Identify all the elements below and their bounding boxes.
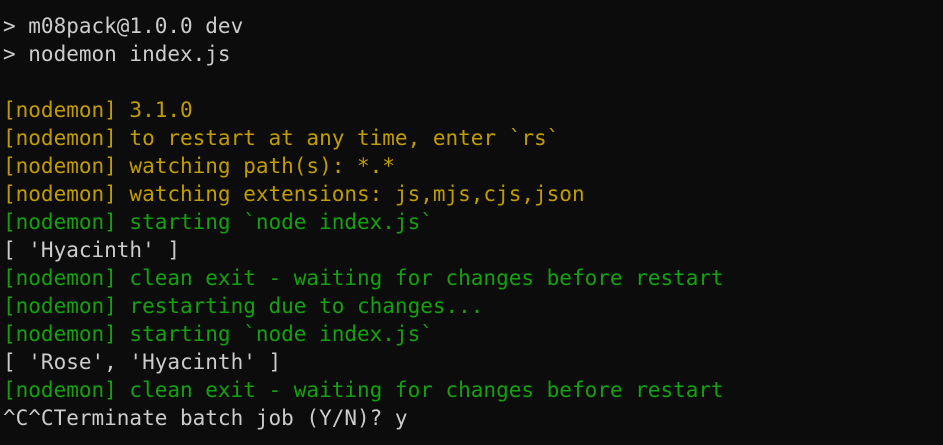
command-echo-line: > m08pack@1.0.0 dev — [3, 14, 244, 38]
nodemon-status-line: [nodemon] clean exit - waiting for chang… — [3, 378, 724, 402]
nodemon-info-line: [nodemon] to restart at any time, enter … — [3, 126, 560, 150]
nodemon-status-line: [nodemon] starting `node index.js` — [3, 322, 433, 346]
nodemon-status-line: [nodemon] starting `node index.js` — [3, 210, 433, 234]
nodemon-info-line: [nodemon] watching extensions: js,mjs,cj… — [3, 182, 585, 206]
nodemon-status-line: [nodemon] clean exit - waiting for chang… — [3, 266, 724, 290]
program-output-line: [ 'Rose', 'Hyacinth' ] — [3, 350, 282, 374]
terminal-window[interactable]: > m08pack@1.0.0 dev > nodemon index.js [… — [0, 0, 943, 445]
command-echo-line: > nodemon index.js — [3, 42, 231, 66]
nodemon-info-line: [nodemon] watching path(s): *.* — [3, 154, 395, 178]
nodemon-version-line: [nodemon] 3.1.0 — [3, 98, 193, 122]
nodemon-status-line: [nodemon] restarting due to changes... — [3, 294, 484, 318]
terminate-prompt-line: ^C^CTerminate batch job (Y/N)? y — [3, 406, 408, 430]
program-output-line: [ 'Hyacinth' ] — [3, 238, 181, 262]
